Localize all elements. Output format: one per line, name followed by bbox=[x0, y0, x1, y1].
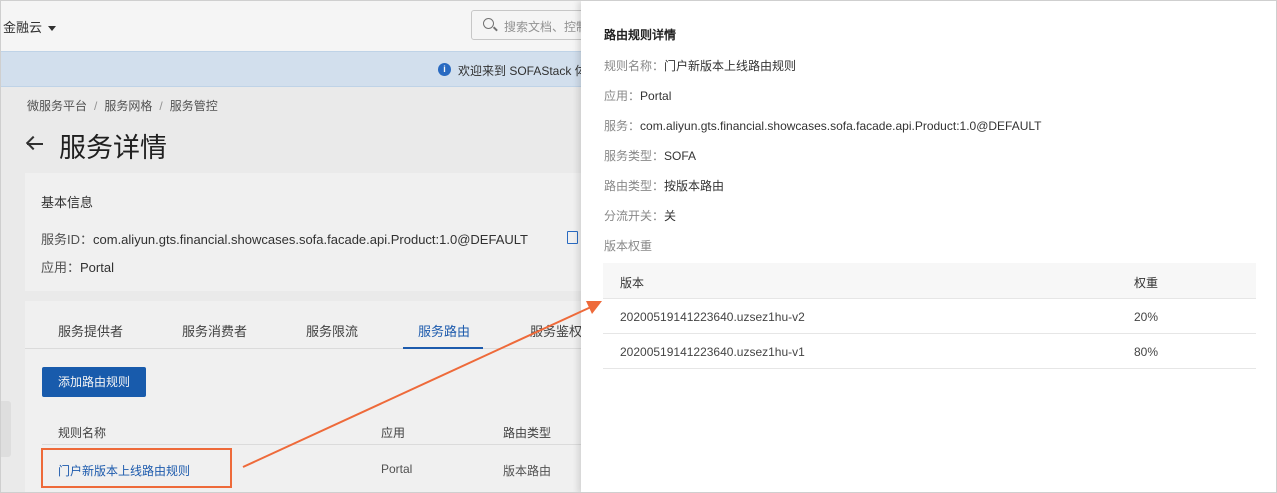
detail-key: 分流开关： bbox=[604, 209, 665, 223]
back-arrow-icon[interactable] bbox=[25, 134, 45, 154]
detail-app: 应用：Portal bbox=[604, 87, 671, 104]
version-table-header: 版本 权重 bbox=[603, 263, 1256, 299]
tab-bar: 服务提供者 服务消费者 服务限流 服务路由 服务鉴权 bbox=[25, 301, 582, 349]
tab-consumers[interactable]: 服务消费者 bbox=[182, 321, 247, 340]
breadcrumb: 微服务平台 / 服务网格 / 服务管控 bbox=[27, 99, 218, 113]
info-icon: i bbox=[438, 63, 451, 76]
column-header-app: 应用 bbox=[381, 426, 406, 440]
sidebar-collapse-handle[interactable] bbox=[1, 401, 11, 457]
version-cell: 20200519141223640.uzsez1hu-v2 bbox=[620, 310, 805, 324]
detail-key: 路由类型： bbox=[604, 179, 665, 193]
app-label: 应用： bbox=[41, 260, 81, 275]
breadcrumb-item[interactable]: 服务网格 bbox=[104, 99, 152, 113]
screenshot-frame: 金融云 搜索文档、控制 i 欢迎来到 SOFAStack 体 微服务平台 / 服务网… bbox=[0, 0, 1277, 493]
caret-down-icon bbox=[48, 26, 57, 32]
rule-type-cell: 版本路由 bbox=[503, 464, 552, 478]
breadcrumb-item[interactable]: 微服务平台 bbox=[27, 99, 87, 113]
add-route-rule-button[interactable]: 添加路由规则 bbox=[42, 367, 146, 397]
table-row: 20200519141223640.uzsez1hu-v1 80% bbox=[603, 334, 1256, 369]
column-header-weight: 权重 bbox=[1134, 276, 1159, 290]
app-row: 应用：Portal bbox=[41, 257, 114, 276]
detail-key: 应用： bbox=[604, 89, 641, 103]
app-value: Portal bbox=[80, 260, 114, 275]
column-header-type: 路由类型 bbox=[503, 426, 552, 440]
tab-rate-limit[interactable]: 服务限流 bbox=[306, 321, 358, 340]
route-rule-detail-drawer: 路由规则详情 规则名称：门户新版本上线路由规则 应用：Portal 服务：com… bbox=[581, 1, 1276, 492]
weight-label: 版本权重 bbox=[604, 239, 653, 253]
detail-key: 服务类型： bbox=[604, 149, 665, 163]
rule-table-header: 规则名称 应用 路由类型 bbox=[42, 417, 581, 445]
weight-cell: 20% bbox=[1134, 310, 1159, 324]
detail-value: 关 bbox=[664, 209, 677, 223]
detail-rule-name: 规则名称：门户新版本上线路由规则 bbox=[604, 57, 796, 74]
detail-service: 服务：com.aliyun.gts.financial.showcases.so… bbox=[604, 117, 1042, 134]
search-icon bbox=[483, 18, 494, 29]
column-header-name: 规则名称 bbox=[58, 426, 107, 440]
background-page: 金融云 搜索文档、控制 i 欢迎来到 SOFAStack 体 微服务平台 / 服务网… bbox=[1, 1, 601, 492]
tab-auth[interactable]: 服务鉴权 bbox=[530, 321, 582, 340]
detail-split-switch: 分流开关：关 bbox=[604, 207, 676, 224]
detail-value: Portal bbox=[640, 89, 672, 103]
detail-value: com.aliyun.gts.financial.showcases.sofa.… bbox=[640, 119, 1042, 133]
basic-info-heading: 基本信息 bbox=[41, 195, 94, 210]
top-bar: 金融云 搜索文档、控制 bbox=[1, 1, 601, 51]
detail-route-type: 路由类型：按版本路由 bbox=[604, 177, 724, 194]
detail-value: 门户新版本上线路由规则 bbox=[664, 59, 797, 73]
tab-providers[interactable]: 服务提供者 bbox=[58, 321, 123, 340]
drawer-title: 路由规则详情 bbox=[604, 28, 677, 42]
annotation-highlight-box bbox=[41, 448, 232, 488]
detail-key: 服务： bbox=[604, 119, 641, 133]
table-row: 20200519141223640.uzsez1hu-v2 20% bbox=[603, 299, 1256, 334]
brand-label: 金融云 bbox=[3, 20, 43, 35]
active-tab-indicator bbox=[403, 347, 483, 349]
version-cell: 20200519141223640.uzsez1hu-v1 bbox=[620, 345, 805, 359]
breadcrumb-item[interactable]: 服务管控 bbox=[170, 99, 218, 113]
service-id-row: 服务ID：com.aliyun.gts.financial.showcases.… bbox=[41, 229, 528, 248]
rule-app-cell: Portal bbox=[381, 462, 413, 476]
detail-value: SOFA bbox=[664, 149, 697, 163]
detail-service-type: 服务类型：SOFA bbox=[604, 147, 696, 164]
column-header-version: 版本 bbox=[620, 276, 645, 290]
welcome-banner: i 欢迎来到 SOFAStack 体 bbox=[1, 51, 587, 87]
copy-icon[interactable] bbox=[567, 231, 578, 244]
tab-routing[interactable]: 服务路由 bbox=[418, 321, 470, 340]
detail-key: 规则名称： bbox=[604, 59, 665, 73]
brand-selector[interactable]: 金融云 bbox=[3, 17, 57, 36]
page-title: 服务详情 bbox=[59, 133, 167, 163]
detail-value: 按版本路由 bbox=[664, 179, 725, 193]
banner-text: 欢迎来到 SOFAStack 体 bbox=[458, 64, 587, 78]
service-id-label: 服务ID： bbox=[41, 232, 94, 247]
service-id-value: com.aliyun.gts.financial.showcases.sofa.… bbox=[93, 232, 528, 247]
search-placeholder: 搜索文档、控制 bbox=[504, 20, 589, 34]
weight-cell: 80% bbox=[1134, 345, 1159, 359]
basic-info-card: 基本信息 服务ID：com.aliyun.gts.financial.showc… bbox=[25, 173, 581, 291]
